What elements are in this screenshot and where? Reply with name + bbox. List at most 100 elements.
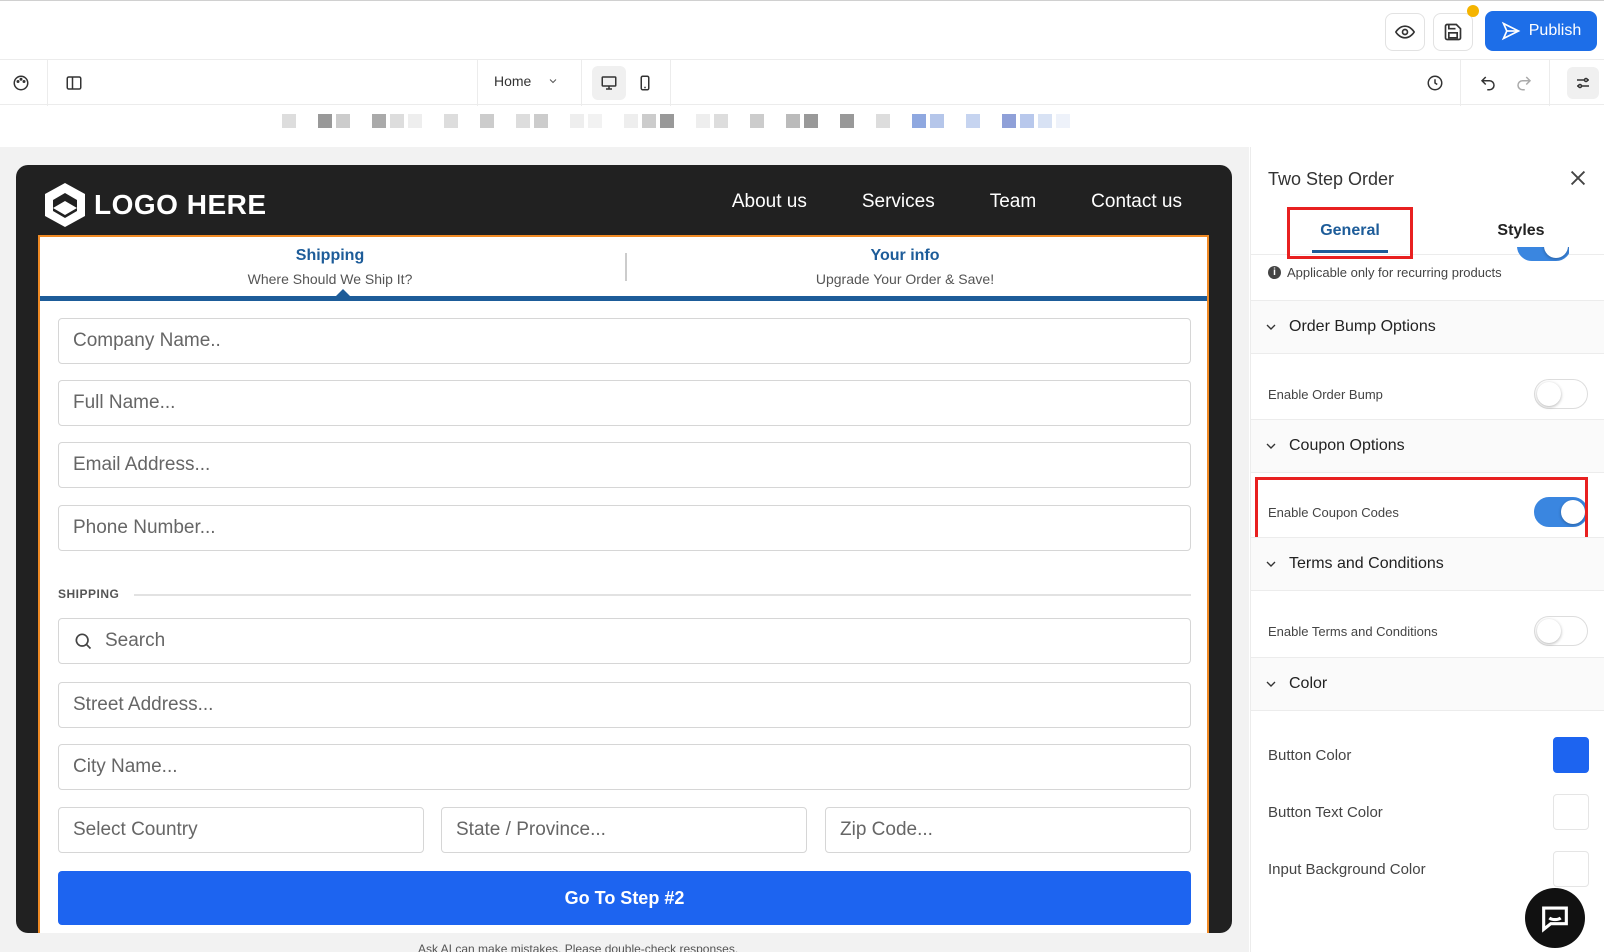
pricing-toggle-partial[interactable] bbox=[1517, 247, 1569, 261]
active-step-arrow bbox=[334, 289, 352, 298]
input-bg-color-swatch[interactable] bbox=[1553, 851, 1589, 887]
page-selector-value: Home bbox=[494, 73, 532, 89]
phone-input[interactable]: Phone Number... bbox=[58, 505, 1191, 551]
chat-icon bbox=[1542, 906, 1568, 933]
company-name-input[interactable]: Company Name.. bbox=[58, 318, 1191, 364]
section-divider bbox=[134, 594, 1191, 596]
step-your-info[interactable]: Your info Upgrade Your Order & Save! bbox=[785, 247, 1025, 287]
unsaved-indicator-dot bbox=[1467, 5, 1479, 17]
settings-button[interactable] bbox=[1567, 67, 1599, 99]
nav-link-contact[interactable]: Contact us bbox=[1091, 191, 1182, 213]
go-to-step-2-button[interactable]: Go To Step #2 bbox=[58, 871, 1191, 925]
terms-toggle[interactable] bbox=[1534, 616, 1588, 646]
publish-button[interactable]: Publish bbox=[1485, 11, 1597, 51]
redo-button[interactable] bbox=[1512, 71, 1536, 95]
undo-icon bbox=[1480, 76, 1495, 91]
chat-support-button[interactable] bbox=[1525, 888, 1585, 948]
site-nav-links: About us Services Team Contact us bbox=[732, 191, 1182, 213]
undo-button[interactable] bbox=[1476, 71, 1500, 95]
panel-title: Two Step Order bbox=[1268, 169, 1395, 189]
step-title: Your info bbox=[870, 247, 940, 264]
input-bg-color-label: Input Background Color bbox=[1268, 861, 1426, 878]
option-enable-terms: Enable Terms and Conditions bbox=[1268, 616, 1588, 646]
blurred-content-strip bbox=[282, 114, 1070, 130]
site-logo[interactable]: LOGO HERE bbox=[42, 181, 267, 229]
settings-panel: Two Step Order General Styles i Applicab… bbox=[1250, 147, 1604, 952]
button-color-label: Button Color bbox=[1268, 747, 1352, 764]
eye-icon bbox=[1395, 25, 1415, 39]
section-title: Coupon Options bbox=[1289, 437, 1405, 454]
chevron-down-icon bbox=[1266, 561, 1276, 567]
option-enable-order-bump: Enable Order Bump bbox=[1268, 379, 1588, 409]
desktop-view-button[interactable] bbox=[592, 66, 626, 100]
email-input[interactable]: Email Address... bbox=[58, 442, 1191, 488]
layout-toggle-button[interactable] bbox=[62, 71, 86, 95]
section-title: Color bbox=[1289, 675, 1328, 692]
info-note-text: Applicable only for recurring products bbox=[1287, 265, 1502, 280]
palette-icon bbox=[13, 75, 29, 91]
chevron-down-icon bbox=[550, 79, 557, 84]
full-name-input[interactable]: Full Name... bbox=[58, 380, 1191, 426]
step-subtitle: Where Should We Ship It? bbox=[247, 271, 413, 287]
highlight-box-coupon bbox=[1255, 477, 1588, 543]
save-button[interactable] bbox=[1433, 13, 1473, 51]
section-order-bump[interactable]: Order Bump Options bbox=[1251, 300, 1604, 354]
page-selector[interactable]: Home bbox=[494, 73, 559, 89]
publish-label: Publish bbox=[1528, 22, 1582, 39]
hexagon-logo-icon bbox=[45, 183, 85, 227]
chevron-down-icon bbox=[1266, 681, 1276, 687]
order-bump-toggle[interactable] bbox=[1534, 379, 1588, 409]
nav-link-team[interactable]: Team bbox=[990, 191, 1036, 213]
section-color[interactable]: Color bbox=[1251, 657, 1604, 711]
step-subtitle: Upgrade Your Order & Save! bbox=[815, 271, 995, 287]
history-button[interactable] bbox=[1423, 71, 1447, 95]
address-search-input[interactable]: Search bbox=[58, 618, 1191, 664]
highlight-box-general-tab bbox=[1287, 207, 1413, 259]
save-icon bbox=[1444, 23, 1462, 41]
state-input[interactable]: State / Province... bbox=[441, 807, 807, 853]
button-text-color-label: Button Text Color bbox=[1268, 804, 1383, 821]
step-title: Shipping bbox=[295, 247, 365, 264]
toolbar-divider bbox=[1460, 60, 1461, 106]
shipping-section-label: SHIPPING bbox=[58, 587, 120, 601]
theme-button[interactable] bbox=[9, 71, 33, 95]
section-title: Order Bump Options bbox=[1289, 318, 1436, 335]
nav-link-about[interactable]: About us bbox=[732, 191, 807, 213]
step-shipping[interactable]: Shipping Where Should We Ship It? bbox=[230, 247, 430, 287]
preview-button[interactable] bbox=[1385, 13, 1425, 51]
search-icon bbox=[75, 633, 92, 650]
history-icon bbox=[1427, 75, 1443, 91]
top-bar: Publish bbox=[0, 0, 1604, 59]
two-step-order-form[interactable]: Shipping Where Should We Ship It? Your i… bbox=[38, 235, 1209, 933]
order-steps: Shipping Where Should We Ship It? Your i… bbox=[40, 237, 1207, 301]
city-input[interactable]: City Name... bbox=[58, 744, 1191, 790]
redo-icon bbox=[1517, 76, 1532, 91]
sliders-icon bbox=[1577, 77, 1589, 89]
country-select[interactable]: Select Country bbox=[58, 807, 424, 853]
nav-link-services[interactable]: Services bbox=[862, 191, 935, 213]
section-terms[interactable]: Terms and Conditions bbox=[1251, 537, 1604, 591]
mobile-icon bbox=[640, 75, 650, 91]
section-title: Terms and Conditions bbox=[1289, 555, 1444, 572]
toolbar-divider bbox=[47, 60, 48, 106]
option-label: Enable Terms and Conditions bbox=[1268, 623, 1438, 639]
toolbar-divider bbox=[670, 60, 671, 106]
sidebar-panel-icon bbox=[66, 76, 82, 90]
mobile-view-button[interactable] bbox=[633, 71, 657, 95]
toolbar-divider bbox=[477, 60, 478, 106]
info-icon: i bbox=[1268, 266, 1281, 279]
section-coupon[interactable]: Coupon Options bbox=[1251, 419, 1604, 473]
button-text-color-swatch[interactable] bbox=[1553, 794, 1589, 830]
toolbar-divider bbox=[581, 60, 582, 106]
info-note: i Applicable only for recurring products bbox=[1268, 265, 1502, 280]
zip-input[interactable]: Zip Code... bbox=[825, 807, 1191, 853]
search-placeholder: Search bbox=[105, 630, 166, 651]
ai-disclaimer: Ask AI can make mistakes. Please double-… bbox=[418, 942, 739, 952]
street-address-input[interactable]: Street Address... bbox=[58, 682, 1191, 728]
chevron-down-icon bbox=[1266, 443, 1276, 449]
button-color-swatch[interactable] bbox=[1553, 737, 1589, 773]
chevron-down-icon bbox=[1266, 324, 1276, 330]
site-header: LOGO HERE About us Services Team Contact… bbox=[16, 165, 1232, 235]
site-preview[interactable]: LOGO HERE About us Services Team Contact… bbox=[16, 165, 1232, 933]
close-icon[interactable] bbox=[1567, 167, 1589, 189]
